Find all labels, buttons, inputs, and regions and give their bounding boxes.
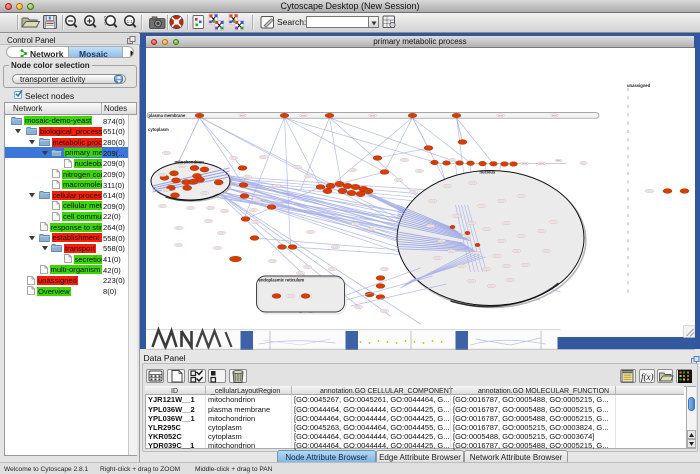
svg-text:cytoplasm: cytoplasm (148, 127, 169, 132)
svg-text:nucleus: nucleus (479, 170, 495, 175)
svg-text:1:1: 1:1 (127, 19, 134, 24)
svg-text:mitochondrion: mitochondrion (174, 160, 204, 165)
svg-text:unassigned: unassigned (627, 83, 651, 88)
svg-text:plasma membrane: plasma membrane (148, 113, 185, 118)
svg-text:endoplasmic reticulum: endoplasmic reticulum (258, 278, 304, 283)
svg-text:f(x): f(x) (641, 372, 654, 382)
